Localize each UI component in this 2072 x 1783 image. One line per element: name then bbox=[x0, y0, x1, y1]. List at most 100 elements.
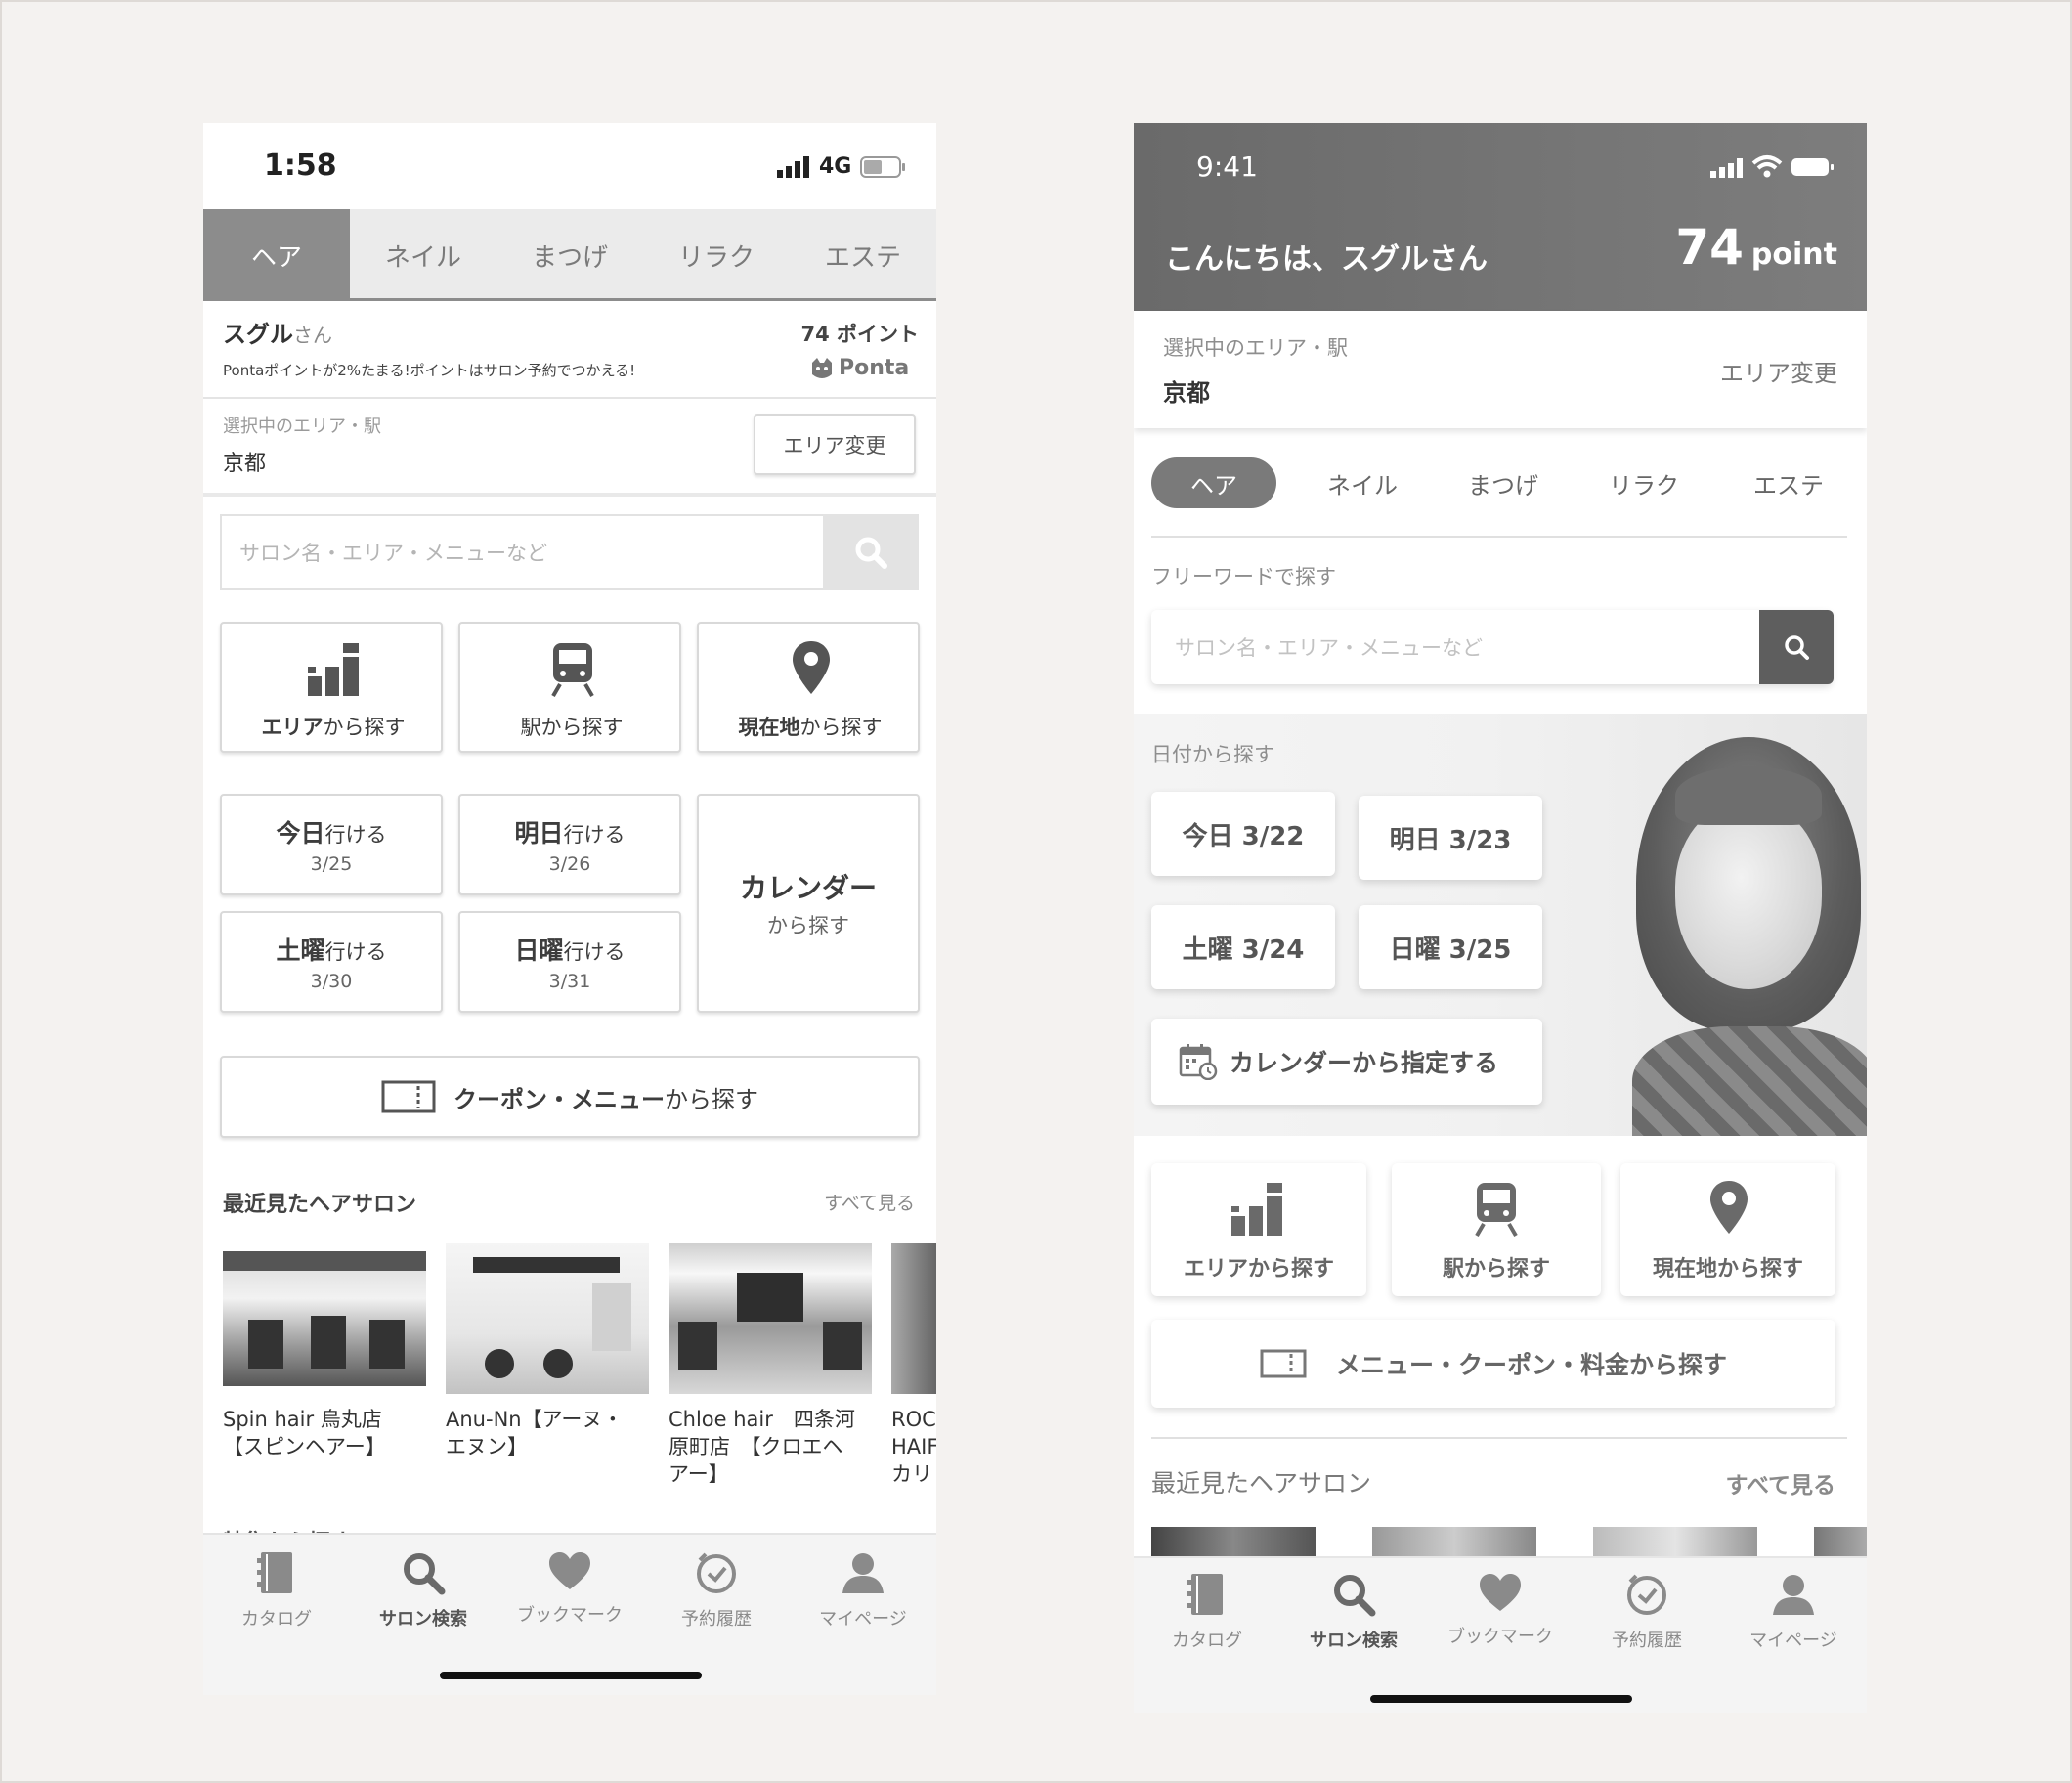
salon-name[interactable]: Spin hair 烏丸店 【スピンヘアー】 bbox=[223, 1406, 428, 1460]
date-today-button[interactable]: 今日 3/22 bbox=[1151, 792, 1335, 876]
station-search-button[interactable]: 駅から探す bbox=[458, 622, 681, 753]
location-pin-icon bbox=[1710, 1181, 1748, 1234]
tab-nail[interactable]: ネイル bbox=[1300, 457, 1425, 508]
phone-screen-left: 1:58 4G ヘア ネイル まつげ リラク エステ スグルさん 74 ポイント… bbox=[203, 123, 936, 1695]
tab-hair[interactable]: ヘア bbox=[203, 209, 350, 301]
salon-name[interactable]: Anu-Nn【アーヌ・ エヌン】 bbox=[446, 1406, 651, 1460]
tab-relax[interactable]: リラク bbox=[643, 209, 790, 301]
nav-mypage[interactable]: マイページ bbox=[1720, 1572, 1867, 1689]
search-button[interactable] bbox=[823, 514, 919, 590]
train-icon bbox=[551, 643, 594, 698]
date-sunday-button[interactable]: 日曜 3/25 bbox=[1359, 905, 1542, 989]
date-sunday-button[interactable]: 日曜行ける 3/31 bbox=[458, 911, 681, 1013]
date-saturday-button[interactable]: 土曜行ける 3/30 bbox=[220, 911, 443, 1013]
area-value: 京都 bbox=[1163, 379, 1210, 407]
salon-thumbnail[interactable] bbox=[223, 1251, 426, 1386]
search-input[interactable]: サロン名・エリア・メニューなど bbox=[220, 514, 832, 590]
tab-relax[interactable]: リラク bbox=[1581, 457, 1706, 508]
history-clock-icon bbox=[1627, 1574, 1666, 1615]
points-display: 74 point bbox=[1675, 219, 1837, 276]
history-clock-icon bbox=[697, 1552, 736, 1593]
salon-name[interactable]: ROC HAIF カリ bbox=[891, 1406, 936, 1488]
nav-bookmark[interactable]: ブックマーク bbox=[1427, 1572, 1574, 1689]
network-type: 4G bbox=[819, 154, 852, 179]
tab-hair[interactable]: ヘア bbox=[1151, 457, 1276, 508]
wifi-icon bbox=[1751, 154, 1783, 178]
search-input[interactable]: サロン名・エリア・メニューなど bbox=[1151, 610, 1755, 684]
status-time: 9:41 bbox=[1196, 151, 1258, 183]
greeting: こんにちは、スグルさん bbox=[1165, 242, 1488, 277]
heart-icon bbox=[1480, 1574, 1521, 1611]
divider bbox=[203, 493, 936, 497]
menu-coupon-price-button[interactable]: メニュー・クーポン・料金から探す bbox=[1151, 1320, 1835, 1408]
signal-icon bbox=[1710, 158, 1744, 178]
nav-bookmark[interactable]: ブックマーク bbox=[496, 1550, 643, 1668]
battery-icon bbox=[860, 156, 907, 178]
freeword-label: フリーワードで探す bbox=[1151, 565, 1336, 588]
tab-nail[interactable]: ネイル bbox=[350, 209, 496, 301]
area-change-button[interactable]: エリア変更 bbox=[1720, 354, 1837, 388]
tab-eyelash[interactable]: まつげ bbox=[496, 209, 643, 301]
location-search-button[interactable]: 現在地から探す bbox=[697, 622, 920, 753]
user-name: スグルさん bbox=[223, 321, 332, 348]
search-icon bbox=[1785, 635, 1809, 660]
search-button[interactable] bbox=[1759, 610, 1834, 684]
phone-screen-right: 9:41 こんにちは、スグルさん 74 point 選択中のエリア・駅 京都 エ… bbox=[1134, 123, 1867, 1713]
salon-name[interactable]: Chloe hair 四条河 原町店 【クロエヘ アー】 bbox=[669, 1406, 884, 1488]
area-search-button[interactable]: エリアから探す bbox=[220, 622, 443, 753]
see-all-link[interactable]: すべて見る bbox=[1726, 1466, 1835, 1500]
divider bbox=[1151, 1437, 1847, 1439]
user-icon bbox=[842, 1553, 884, 1593]
date-saturday-button[interactable]: 土曜 3/24 bbox=[1151, 905, 1335, 989]
date-tomorrow-button[interactable]: 明日行ける 3/26 bbox=[458, 794, 681, 895]
user-icon bbox=[1773, 1575, 1814, 1615]
status-time: 1:58 bbox=[264, 149, 337, 183]
catalog-book-icon bbox=[257, 1552, 292, 1593]
nav-catalog[interactable]: カタログ bbox=[1134, 1572, 1280, 1689]
home-indicator bbox=[440, 1672, 702, 1679]
model-photo bbox=[1603, 714, 1867, 1136]
user-points: 74 ポイント bbox=[800, 323, 919, 346]
divider bbox=[1151, 536, 1847, 538]
calendar-search-button[interactable]: カレンダー から探す bbox=[697, 794, 920, 1013]
nav-reservation-history[interactable]: 予約履歴 bbox=[1574, 1572, 1720, 1689]
nav-salon-search[interactable]: サロン検索 bbox=[1280, 1572, 1427, 1689]
recent-salons-title: 最近見たヘアサロン bbox=[223, 1193, 417, 1217]
area-map-icon bbox=[1231, 1183, 1282, 1236]
area-label: 選択中のエリア・駅 bbox=[1163, 336, 1348, 360]
location-search-button[interactable]: 現在地から探す bbox=[1620, 1163, 1835, 1296]
station-search-button[interactable]: 駅から探す bbox=[1392, 1163, 1601, 1296]
tab-esthe[interactable]: エステ bbox=[790, 209, 936, 301]
divider bbox=[203, 397, 936, 399]
home-indicator bbox=[1370, 1695, 1632, 1703]
tab-eyelash[interactable]: まつげ bbox=[1441, 457, 1566, 508]
signal-icon bbox=[777, 156, 810, 178]
bottom-nav: カタログ サロン検索 ブックマーク 予約履歴 マイページ bbox=[1134, 1556, 1867, 1713]
area-label: 選択中のエリア・駅 bbox=[223, 416, 381, 437]
date-section-label: 日付から探す bbox=[1151, 743, 1274, 766]
nav-mypage[interactable]: マイページ bbox=[790, 1550, 936, 1668]
see-all-link[interactable]: すべて見る bbox=[824, 1189, 915, 1215]
catalog-book-icon bbox=[1187, 1574, 1223, 1615]
calendar-specify-button[interactable]: カレンダーから指定する bbox=[1151, 1019, 1542, 1105]
recent-salons-title: 最近見たヘアサロン bbox=[1151, 1469, 1372, 1498]
train-icon bbox=[1475, 1183, 1518, 1238]
date-tomorrow-button[interactable]: 明日 3/23 bbox=[1359, 796, 1542, 880]
search-icon bbox=[1334, 1575, 1376, 1617]
tab-esthe[interactable]: エステ bbox=[1726, 457, 1851, 508]
salon-thumbnail[interactable] bbox=[446, 1243, 649, 1394]
coupon-icon bbox=[1260, 1349, 1307, 1378]
area-search-button[interactable]: エリアから探す bbox=[1151, 1163, 1366, 1296]
nav-reservation-history[interactable]: 予約履歴 bbox=[643, 1550, 790, 1668]
nav-salon-search[interactable]: サロン検索 bbox=[350, 1550, 496, 1668]
salon-thumbnail[interactable] bbox=[891, 1243, 936, 1394]
area-change-button[interactable]: エリア変更 bbox=[754, 414, 916, 475]
nav-catalog[interactable]: カタログ bbox=[203, 1550, 350, 1668]
coupon-menu-button[interactable]: クーポン・メニューから探す bbox=[220, 1056, 920, 1138]
heart-icon bbox=[549, 1552, 590, 1589]
calendar-icon bbox=[1179, 1044, 1218, 1080]
battery-icon bbox=[1791, 156, 1835, 178]
ponta-icon bbox=[812, 357, 832, 378]
date-today-button[interactable]: 今日行ける 3/25 bbox=[220, 794, 443, 895]
salon-thumbnail[interactable] bbox=[669, 1243, 872, 1394]
